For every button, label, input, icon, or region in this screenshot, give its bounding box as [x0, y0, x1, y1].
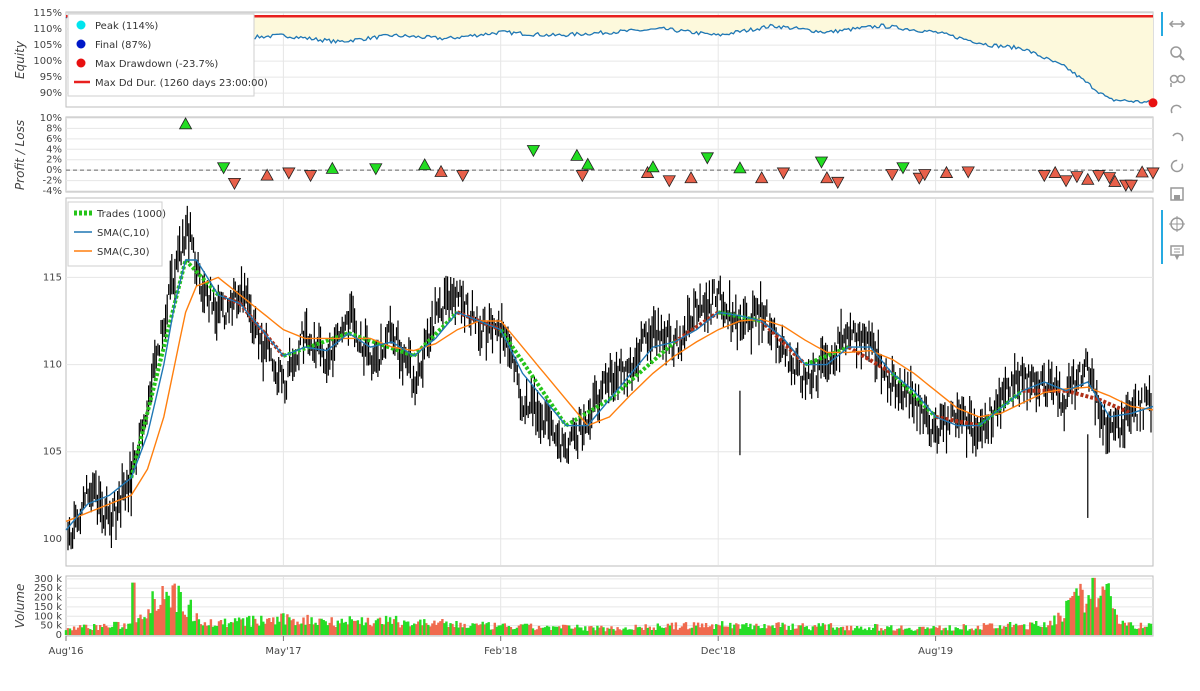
losing-trade-marker [1091, 170, 1106, 183]
losing-trade-marker [684, 171, 698, 184]
losing-trade-marker [662, 175, 676, 188]
winning-trade-marker [178, 117, 193, 130]
dd-duration-legend-label: Max Dd Dur. (1260 days 23:00:00) [95, 78, 268, 89]
sma30-legend-label: SMA(C,30) [97, 247, 150, 258]
pl-tick-label: 6% [46, 134, 62, 145]
winning-trade-marker [216, 162, 231, 175]
pl-ylabel: Profit / Loss [13, 120, 27, 190]
price-tick-label: 115 [43, 272, 62, 283]
winning-trade-marker [700, 152, 715, 165]
peak-legend-marker [76, 20, 86, 30]
x-tick-label: Aug'16 [49, 646, 84, 657]
wheel-zoom-icon[interactable] [1169, 74, 1186, 88]
winning-trade-marker [814, 156, 829, 169]
final-legend-label: Final (87%) [95, 40, 151, 51]
winning-trade-marker [646, 160, 660, 173]
pl-tick-label: 8% [46, 123, 62, 134]
equity-tick-label: 100% [33, 56, 62, 67]
toolbar [1161, 12, 1186, 264]
losing-trade-marker [1037, 170, 1051, 183]
trades-legend-label: Trades (1000) [96, 209, 166, 220]
losing-trade-marker [1146, 167, 1160, 180]
losing-trade-marker [1059, 175, 1073, 188]
x-tick-label: Feb'18 [484, 646, 517, 657]
undo-icon[interactable] [1170, 104, 1182, 114]
losing-trade-marker [1135, 165, 1149, 178]
losing-trade-marker [1081, 172, 1095, 185]
crosshair-icon[interactable] [1169, 216, 1185, 232]
losing-trade-marker [456, 170, 470, 183]
box-zoom-icon[interactable] [1170, 46, 1185, 61]
losing-trade-marker [434, 164, 448, 177]
peak-legend-label: Peak (114%) [95, 21, 158, 32]
losing-trade-marker [575, 170, 590, 183]
price-tick-label: 105 [43, 447, 62, 458]
losing-trade-marker [755, 171, 769, 184]
save-icon[interactable] [1170, 187, 1184, 201]
pl-tick-label: 2% [46, 155, 62, 166]
losing-trade-marker [282, 167, 296, 180]
winning-trade-marker [733, 161, 747, 174]
final-legend-marker [76, 39, 86, 49]
equity-legend: Peak (114%) Final (87%) Max Drawdown (-2… [67, 13, 268, 97]
sma10-legend-label: SMA(C,10) [97, 228, 150, 239]
losing-trade-marker [776, 167, 791, 180]
winning-trade-line [499, 328, 568, 427]
losing-trade-marker [260, 168, 274, 181]
x-axis: Aug'16 May'17 Feb'18 Dec'18 Aug'19 [49, 636, 953, 657]
equity-ylabel: Equity [13, 40, 27, 79]
price-tick-label: 100 [43, 534, 62, 545]
losing-trade-marker [227, 177, 242, 191]
final-equity-marker [1148, 98, 1158, 108]
pl-tick-label: -4% [43, 186, 62, 197]
price-tick-label: 110 [43, 360, 62, 371]
equity-tick-label: 90% [40, 88, 62, 99]
losing-trade-marker [831, 176, 845, 189]
pl-tick-label: 4% [46, 144, 62, 155]
x-tick-label: May'17 [265, 646, 301, 657]
price-bars [67, 205, 1152, 551]
x-tick-label: Aug'19 [918, 646, 953, 657]
winning-trade-marker [896, 162, 910, 175]
x-tick-label: Dec'18 [701, 646, 736, 657]
pan-icon[interactable] [1168, 20, 1186, 28]
equity-tick-label: 115% [33, 8, 62, 19]
volume-tick-label: 0 [56, 630, 62, 641]
losing-trade-marker [303, 170, 318, 183]
winning-trade-line [564, 397, 611, 428]
backtest-chart: 115% 110% 105% 100% 95% 90% 10% 8% 6% 4% 2% 0% -2% -… [0, 0, 1200, 691]
losing-trade-marker [1048, 165, 1062, 178]
pl-tick-label: 0% [46, 165, 62, 176]
winning-trade-marker [570, 148, 584, 161]
losing-trade-marker [961, 166, 975, 179]
losing-trade-marker [820, 171, 834, 184]
profit-loss-panel: 10%8%6%4%2%0%-2%-4% [40, 113, 1160, 197]
losing-trade-marker [885, 169, 899, 182]
volume-ylabel: Volume [13, 584, 27, 629]
hover-icon[interactable] [1170, 245, 1184, 261]
reset-icon[interactable] [1170, 159, 1184, 173]
winning-trade-marker [325, 161, 339, 174]
equity-tick-label: 105% [33, 40, 62, 51]
winning-trade-marker [526, 145, 541, 158]
winning-trade-marker [418, 158, 432, 171]
volume-panel: 300 k250 k200 k150 k100 k50 k0 [34, 574, 1153, 641]
equity-tick-label: 95% [40, 72, 62, 83]
equity-tick-label: 110% [33, 24, 62, 35]
maxdd-legend-marker [76, 58, 86, 68]
pl-tick-label: -2% [43, 176, 62, 187]
maxdd-legend-label: Max Drawdown (-23.7%) [95, 59, 218, 70]
pl-tick-label: 10% [40, 113, 62, 124]
redo-icon[interactable] [1172, 132, 1184, 142]
winning-trade-marker [369, 163, 383, 176]
price-panel-frame [65, 197, 1154, 567]
chart-canvas: 115% 110% 105% 100% 95% 90% 10%8%6%4%2%0%-2%-… [13, 8, 1186, 657]
losing-trade-marker [939, 165, 954, 178]
price-legend: Trades (1000) SMA(C,10) SMA(C,30) [67, 201, 166, 267]
price-panel: 115 110 105 100 [43, 199, 1154, 565]
